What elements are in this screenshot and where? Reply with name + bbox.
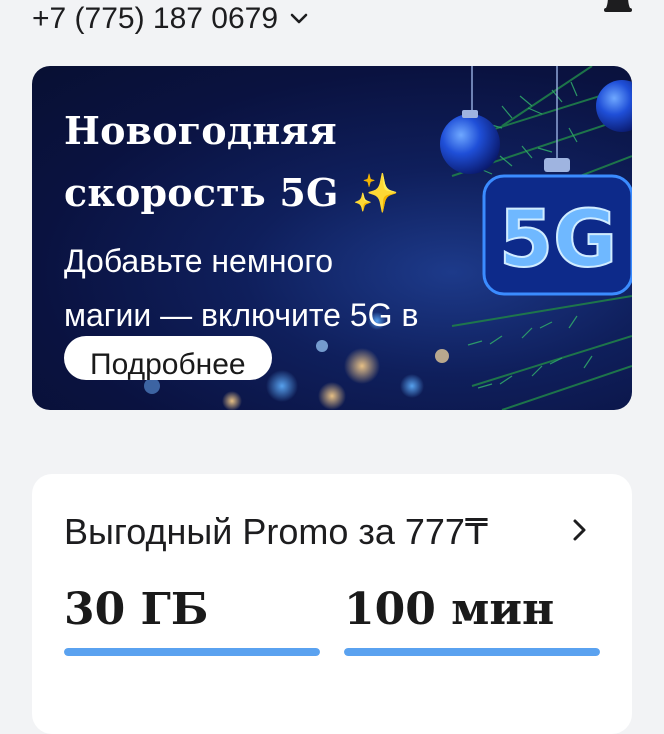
banner-title-line-2: скорость 5G ✨ [64,170,400,215]
banner-text-line-1: Добавьте немного [64,243,334,279]
phone-number-selector[interactable]: +7 (775) 187 0679 [32,0,308,38]
data-progress-bar [64,648,320,656]
chevron-right-icon[interactable] [572,518,588,547]
more-details-button[interactable]: Подробнее [64,336,272,380]
promo-banner[interactable]: 5G Новогодняя скорость 5G ✨ Добавьте нем… [32,66,632,410]
data-progress-fill [64,648,320,656]
minutes-progress-bar [344,648,600,656]
banner-text-line-2: магии — включите 5G в [64,297,419,333]
top-bar: +7 (775) 187 0679 [0,0,664,40]
minutes-progress-fill [344,648,600,656]
banner-description: Добавьте немного магии — включите 5G в [64,234,484,342]
phone-number: +7 (775) 187 0679 [32,2,279,35]
ornament-5g-text: 5G [499,195,617,285]
promo-tariff-card[interactable]: Выгодный Promo за 777₸ 30 ГБ 100 мин [32,474,632,734]
minutes-allowance-value: 100 мин [344,584,555,635]
banner-title: Новогодняя скорость 5G ✨ [64,100,424,224]
banner-title-line-1: Новогодняя [64,108,337,153]
data-allowance-value: 30 ГБ [64,584,209,635]
promo-card-title: Выгодный Promo за 777₸ [64,511,488,552]
chevron-down-icon [290,13,308,25]
bell-icon[interactable] [598,0,638,20]
